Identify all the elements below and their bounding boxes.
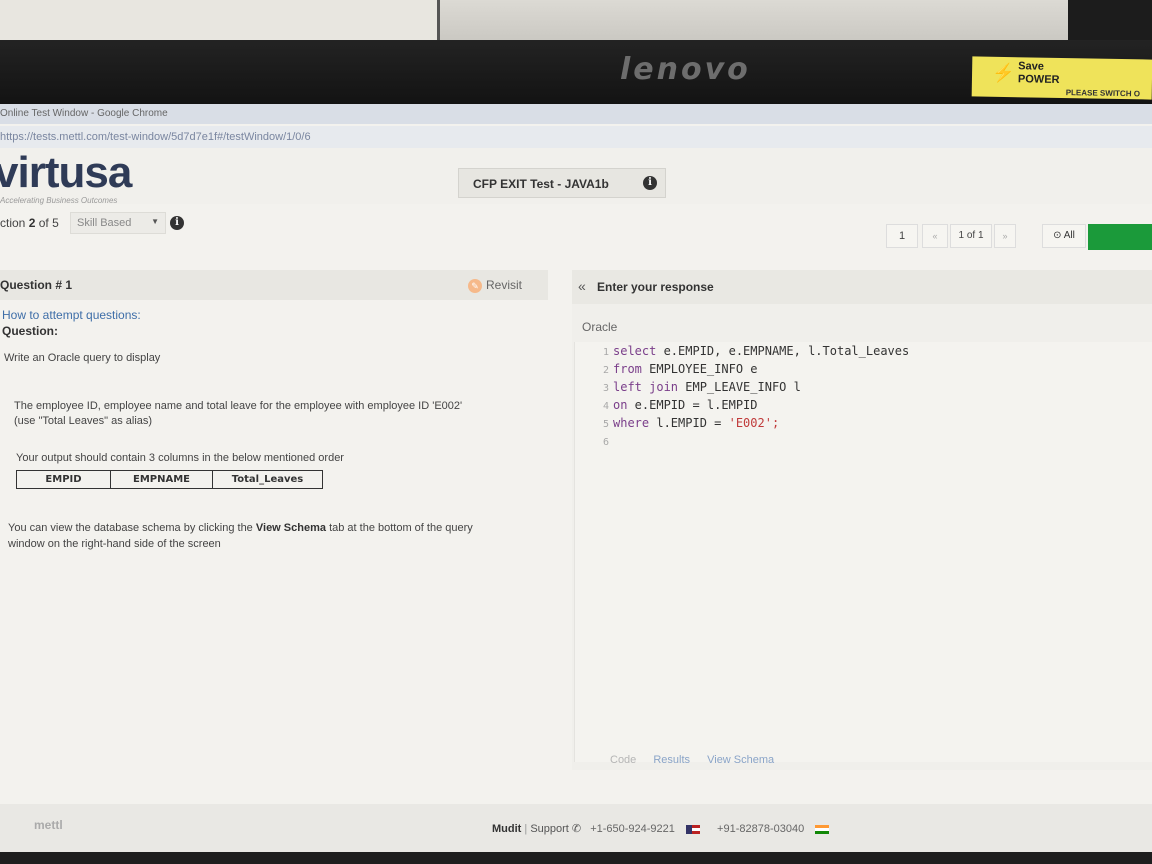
code-line: 3 left join EMP_LEAVE_INFO l xyxy=(575,380,801,398)
code-line: 2 from EMPLOYEE_INFO e xyxy=(575,362,758,380)
user-name: Mudit xyxy=(492,823,522,835)
phone-icon: ✆ xyxy=(571,823,582,835)
column-empname: EMPNAME xyxy=(110,470,213,489)
sticker-line-1: Save xyxy=(1018,60,1045,73)
logo-tagline: Accelerating Business Outcomes xyxy=(0,196,118,205)
sticker-line-2: POWER xyxy=(1017,73,1060,86)
code-text: l.EMPID = xyxy=(649,416,729,430)
india-flag-icon xyxy=(815,824,830,834)
virtusa-logo: virtusa xyxy=(0,148,132,197)
skill-select[interactable]: Skill Based ▼ xyxy=(70,212,166,234)
code-editor[interactable]: 1 select e.EMPID, e.EMPNAME, l.Total_Leav… xyxy=(574,342,1152,762)
code-keyword: left join xyxy=(613,380,679,394)
code-line: 6 xyxy=(575,434,613,452)
line-number: 5 xyxy=(602,419,609,430)
response-header: « Enter your response xyxy=(572,270,1152,304)
pencil-icon: ✎ xyxy=(468,279,482,293)
code-text: EMP_LEAVE_INFO l xyxy=(678,380,801,394)
question-text-6: window on the right-hand side of the scr… xyxy=(8,538,221,550)
test-title-box: CFP EXIT Test - JAVA1b i xyxy=(458,168,666,198)
question-label: Question: xyxy=(2,324,58,338)
question-text-4: Your output should contain 3 columns in … xyxy=(16,452,344,464)
code-string: 'E002'; xyxy=(728,416,780,430)
monitor-brand: lenovo xyxy=(620,52,751,87)
section-prefix: ction xyxy=(0,216,26,230)
support-info: Mudit | Support ✆ +1-650-924-9221 +91-82… xyxy=(492,822,837,835)
question-text-3: (use "Total Leaves" as alias) xyxy=(14,415,153,427)
all-questions-button[interactable]: ⊙ All xyxy=(1042,224,1086,248)
taskbar xyxy=(0,852,1152,864)
question-number-box[interactable]: 1 xyxy=(886,224,918,248)
table-row: EMPID EMPNAME Total_Leaves xyxy=(16,470,323,489)
code-keyword: on xyxy=(613,398,628,412)
tab-code[interactable]: Code xyxy=(610,754,636,766)
code-text: e.EMPID, e.EMPNAME, l.Total_Leaves xyxy=(656,344,910,358)
line-number: 3 xyxy=(602,383,609,394)
line-number: 2 xyxy=(602,365,609,376)
section-indicator: ction 2 of 5 xyxy=(0,216,59,230)
code-keyword: select xyxy=(613,344,657,358)
us-flag-icon xyxy=(685,824,700,834)
save-power-sticker: ⚡ Save POWER PLEASE SWITCH O xyxy=(971,56,1152,100)
output-columns-table: EMPID EMPNAME Total_Leaves xyxy=(16,470,323,489)
previous-page-button[interactable]: « xyxy=(922,224,948,248)
code-text: EMPLOYEE_INFO e xyxy=(641,362,758,376)
sticker-line-3: PLEASE SWITCH O xyxy=(1065,88,1141,99)
question-header: Question # 1 ✎ Revisit xyxy=(0,270,548,300)
question-text-2: The employee ID, employee name and total… xyxy=(14,400,463,412)
language-label: Oracle xyxy=(582,320,618,334)
question-text-5: You can view the database schema by clic… xyxy=(8,522,473,534)
schema-hint-before: You can view the database schema by clic… xyxy=(8,522,253,534)
screen: Online Test Window - Google Chrome https… xyxy=(0,104,1152,864)
lightning-icon: ⚡ xyxy=(991,62,1015,84)
line-number: 6 xyxy=(602,437,609,448)
column-total-leaves: Total_Leaves xyxy=(212,470,323,489)
phone-us: +1-650-924-9221 xyxy=(590,823,675,835)
response-panel: « Enter your response Oracle 1 select e.E… xyxy=(572,270,1152,770)
response-title: Enter your response xyxy=(597,280,714,294)
mettl-logo: mettl xyxy=(34,818,63,832)
code-line: 1 select e.EMPID, e.EMPNAME, l.Total_Leav… xyxy=(575,344,909,362)
code-line: 4 on e.EMPID = l.EMPID xyxy=(575,398,758,416)
column-empid: EMPID xyxy=(16,470,111,489)
chevron-down-icon: ▼ xyxy=(151,217,159,226)
browser-title-bar: Online Test Window - Google Chrome xyxy=(0,104,1152,124)
line-number: 1 xyxy=(602,347,609,358)
code-line: 5 where l.EMPID = 'E002'; xyxy=(575,416,779,434)
all-label: All xyxy=(1063,230,1075,241)
section-info-icon[interactable]: i xyxy=(170,216,184,230)
schema-hint-bold: View Schema xyxy=(255,522,326,534)
how-to-attempt-link[interactable]: How to attempt questions: xyxy=(2,308,141,322)
next-page-button[interactable]: » xyxy=(994,224,1016,248)
code-keyword: from xyxy=(613,362,642,376)
editor-tabs: Code Results View Schema xyxy=(610,754,788,766)
code-keyword: where xyxy=(613,416,650,430)
skill-select-value: Skill Based xyxy=(77,217,132,229)
section-current: 2 xyxy=(28,216,36,230)
revisit-label: Revisit xyxy=(486,278,523,292)
code-text: e.EMPID = l.EMPID xyxy=(627,398,758,412)
question-text-1: Write an Oracle query to display xyxy=(4,352,161,364)
info-icon[interactable]: i xyxy=(643,176,657,190)
section-total: of 5 xyxy=(38,216,59,230)
phone-india: +91-82878-03040 xyxy=(717,823,805,835)
schema-hint-after: tab at the bottom of the query xyxy=(329,522,473,534)
tab-results[interactable]: Results xyxy=(653,754,690,766)
collapse-icon[interactable]: « xyxy=(578,278,586,294)
background-wall xyxy=(0,0,1152,60)
browser-url-bar[interactable]: https://tests.mettl.com/test-window/5d7d… xyxy=(0,126,1152,148)
page-indicator: 1 of 1 xyxy=(950,224,992,248)
separator: | xyxy=(524,823,528,835)
wall-board xyxy=(0,0,440,44)
support-link[interactable]: Support xyxy=(530,823,569,835)
test-title: CFP EXIT Test - JAVA1b xyxy=(473,177,609,191)
question-number: Question # 1 xyxy=(0,278,73,292)
line-number: 4 xyxy=(602,401,609,412)
tab-view-schema[interactable]: View Schema xyxy=(707,754,774,766)
revisit-button[interactable]: ✎ Revisit xyxy=(468,278,522,293)
submit-button[interactable] xyxy=(1088,224,1152,250)
